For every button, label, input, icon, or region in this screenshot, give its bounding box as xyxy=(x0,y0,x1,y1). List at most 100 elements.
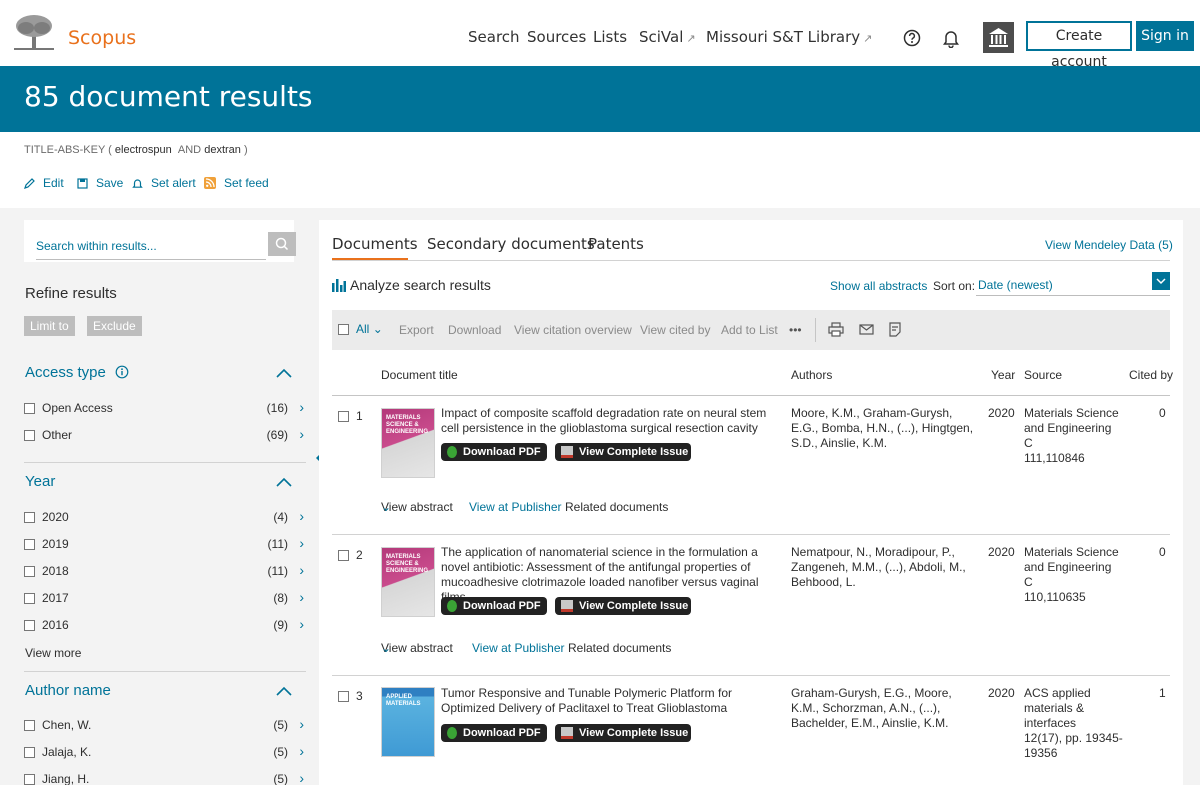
cited-by-count[interactable]: 0 xyxy=(1159,406,1166,420)
bell-icon[interactable] xyxy=(942,29,960,48)
select-all-dropdown[interactable]: All ⌄ xyxy=(356,322,383,336)
chevron-up-icon[interactable] xyxy=(276,368,292,378)
chevron-right-icon[interactable]: › xyxy=(299,508,304,524)
column-header-authors[interactable]: Authors xyxy=(791,368,832,382)
sign-in-button[interactable]: Sign in xyxy=(1136,21,1194,51)
source-cell[interactable]: Materials Science and Engineering C 110,… xyxy=(1024,545,1124,605)
authors-list[interactable]: Moore, K.M., Graham-Gurysh, E.G., Bomba,… xyxy=(791,406,981,451)
view-complete-issue-button[interactable]: View Complete Issue xyxy=(555,597,691,615)
view-complete-issue-button[interactable]: View Complete Issue xyxy=(555,724,691,742)
document-title-link[interactable]: Impact of composite scaffold degradation… xyxy=(441,406,781,436)
nav-library[interactable]: Missouri S&T Library ↗ xyxy=(706,28,872,46)
view-citation-overview-button[interactable]: View citation overview xyxy=(514,323,632,337)
column-header-title[interactable]: Document title xyxy=(381,368,458,382)
column-header-cited-by[interactable]: Cited by xyxy=(1129,368,1173,382)
chevron-right-icon[interactable]: › xyxy=(299,770,304,785)
set-feed-link[interactable]: Set feed xyxy=(204,176,269,190)
view-cited-by-button[interactable]: View cited by xyxy=(640,323,710,337)
download-pdf-button[interactable]: Download PDF xyxy=(441,597,547,615)
show-all-abstracts-link[interactable]: Show all abstracts xyxy=(830,279,927,293)
view-more-link[interactable]: View more xyxy=(25,646,81,660)
download-button[interactable]: Download xyxy=(448,323,501,337)
tab-secondary-documents[interactable]: Secondary documents xyxy=(427,235,595,253)
scopus-logo[interactable]: Scopus xyxy=(68,27,136,49)
result-checkbox[interactable] xyxy=(338,691,349,702)
facet-author-heading[interactable]: Author name xyxy=(25,682,111,699)
search-within-input[interactable] xyxy=(36,232,266,260)
cited-by-count[interactable]: 1 xyxy=(1159,686,1166,700)
chevron-right-icon[interactable]: › xyxy=(299,535,304,551)
select-all-checkbox[interactable] xyxy=(338,324,349,335)
export-button[interactable]: Export xyxy=(399,323,434,337)
checkbox[interactable] xyxy=(24,620,35,631)
checkbox[interactable] xyxy=(24,566,35,577)
authors-list[interactable]: Graham-Gurysh, E.G., Moore, K.M., Schorz… xyxy=(791,686,981,731)
chevron-right-icon[interactable]: › xyxy=(299,743,304,759)
bibliography-icon[interactable] xyxy=(888,322,902,337)
facet-item[interactable]: Jiang, H. (5) › xyxy=(24,770,306,785)
sort-dropdown-button[interactable] xyxy=(1152,272,1170,290)
facet-item[interactable]: Jalaja, K. (5) › xyxy=(24,743,306,764)
limit-to-button[interactable]: Limit to xyxy=(24,316,75,336)
journal-cover-image[interactable]: MATERIALS SCIENCE & ENGINEERING xyxy=(381,408,435,478)
add-to-list-button[interactable]: Add to List xyxy=(721,323,778,337)
related-documents-link[interactable]: Related documents xyxy=(565,500,668,514)
nav-sources[interactable]: Sources xyxy=(527,28,586,46)
download-pdf-button[interactable]: Download PDF xyxy=(441,443,547,461)
column-header-source[interactable]: Source xyxy=(1024,368,1062,382)
checkbox[interactable] xyxy=(24,430,35,441)
chevron-up-icon[interactable] xyxy=(276,477,292,487)
cited-by-count[interactable]: 0 xyxy=(1159,545,1166,559)
elsevier-tree-logo-icon[interactable] xyxy=(12,12,56,52)
create-account-button[interactable]: Create account xyxy=(1026,21,1132,70)
facet-item[interactable]: 2019 (11) › xyxy=(24,535,306,556)
checkbox[interactable] xyxy=(24,593,35,604)
save-search-link[interactable]: Save xyxy=(77,176,123,190)
tab-documents[interactable]: Documents xyxy=(332,235,418,253)
exclude-button[interactable]: Exclude xyxy=(87,316,142,336)
facet-year-heading[interactable]: Year xyxy=(25,473,55,490)
facet-item[interactable]: Other (69) › xyxy=(24,426,306,447)
institution-button[interactable] xyxy=(983,22,1014,53)
checkbox[interactable] xyxy=(24,747,35,758)
facet-item[interactable]: 2017 (8) › xyxy=(24,589,306,610)
view-mendeley-data-link[interactable]: View Mendeley Data (5) xyxy=(1045,238,1173,252)
search-within-button[interactable] xyxy=(268,232,296,256)
view-complete-issue-button[interactable]: View Complete Issue xyxy=(555,443,691,461)
facet-item[interactable]: 2018 (11) › xyxy=(24,562,306,583)
download-pdf-button[interactable]: Download PDF xyxy=(441,724,547,742)
result-checkbox[interactable] xyxy=(338,411,349,422)
set-alert-link[interactable]: Set alert xyxy=(132,176,196,190)
document-title-link[interactable]: Tumor Responsive and Tunable Polymeric P… xyxy=(441,686,781,716)
help-icon[interactable] xyxy=(903,29,921,47)
checkbox[interactable] xyxy=(24,539,35,550)
facet-item[interactable]: 2016 (9) › xyxy=(24,616,306,637)
facet-item[interactable]: 2020 (4) › xyxy=(24,508,306,529)
journal-cover-image[interactable]: MATERIALS SCIENCE & ENGINEERING xyxy=(381,547,435,617)
chevron-right-icon[interactable]: › xyxy=(299,399,304,415)
chevron-right-icon[interactable]: › xyxy=(299,426,304,442)
source-cell[interactable]: ACS applied materials & interfaces 12(17… xyxy=(1024,686,1124,761)
tab-patents[interactable]: Patents xyxy=(588,235,644,253)
chevron-up-icon[interactable] xyxy=(276,686,292,696)
nav-lists[interactable]: Lists xyxy=(593,28,627,46)
info-icon[interactable] xyxy=(115,365,129,379)
source-cell[interactable]: Materials Science and Engineering C 111,… xyxy=(1024,406,1124,466)
chevron-right-icon[interactable]: › xyxy=(299,562,304,578)
sort-select[interactable]: Date (newest) xyxy=(976,272,1170,296)
more-options-icon[interactable]: ••• xyxy=(789,323,802,337)
checkbox[interactable] xyxy=(24,403,35,414)
nav-scival[interactable]: SciVal ↗ xyxy=(639,28,696,46)
facet-access-type-heading[interactable]: Access type xyxy=(25,364,129,381)
view-at-publisher-link[interactable]: View at Publisher xyxy=(469,500,562,514)
nav-search[interactable]: Search xyxy=(468,28,520,46)
result-checkbox[interactable] xyxy=(338,550,349,561)
print-icon[interactable] xyxy=(828,322,844,337)
analyze-results-link[interactable]: Analyze search results xyxy=(332,277,491,293)
facet-item[interactable]: Chen, W. (5) › xyxy=(24,716,306,737)
chevron-right-icon[interactable]: › xyxy=(299,589,304,605)
journal-cover-image[interactable]: APPLIED MATERIALS xyxy=(381,687,435,757)
authors-list[interactable]: Nematpour, N., Moradipour, P., Zangeneh,… xyxy=(791,545,981,590)
related-documents-link[interactable]: Related documents xyxy=(568,641,671,655)
document-title-link[interactable]: The application of nanomaterial science … xyxy=(441,545,781,605)
